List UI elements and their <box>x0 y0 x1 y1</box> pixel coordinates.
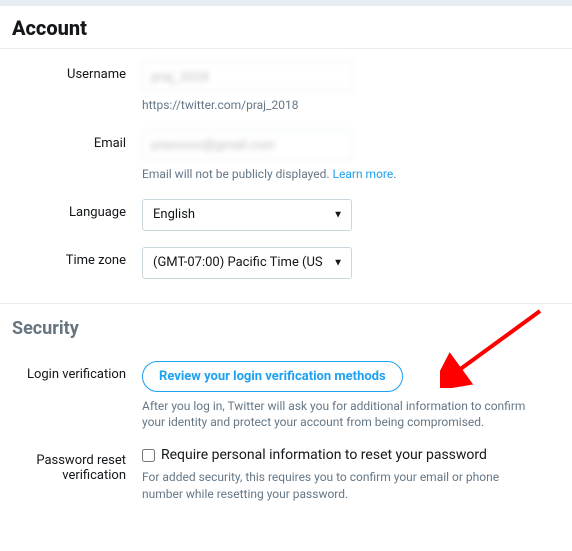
timezone-field-col: (GMT-07:00) Pacific Time (US ▼ <box>142 247 560 289</box>
security-section-title: Security <box>0 304 572 347</box>
password-reset-field-col: Require personal information to reset yo… <box>142 447 560 513</box>
email-help: Email will not be publicly displayed. Le… <box>142 166 542 183</box>
language-label: Language <box>12 199 142 220</box>
language-row: Language English ▼ <box>12 199 560 241</box>
password-reset-checkbox-label: Require personal information to reset yo… <box>161 447 487 463</box>
username-url-help: https://twitter.com/praj_2018 <box>142 97 542 114</box>
timezone-row: Time zone (GMT-07:00) Pacific Time (US ▼ <box>12 247 560 289</box>
timezone-select-value: (GMT-07:00) Pacific Time (US <box>153 255 323 270</box>
email-input[interactable] <box>142 130 352 160</box>
email-field-col: Email will not be publicly displayed. Le… <box>142 130 560 193</box>
password-reset-checkbox-row[interactable]: Require personal information to reset yo… <box>142 447 560 463</box>
security-form: Login verification Review your login ver… <box>0 349 572 513</box>
login-verification-field-col: Review your login verification methods A… <box>142 361 560 442</box>
email-label: Email <box>12 130 142 151</box>
login-verification-help: After you log in, Twitter will ask you f… <box>142 398 542 432</box>
password-reset-row: Password reset verification Require pers… <box>12 447 560 513</box>
language-field-col: English ▼ <box>142 199 560 241</box>
username-row: Username https://twitter.com/praj_2018 <box>12 61 560 124</box>
username-label: Username <box>12 61 142 82</box>
language-select[interactable]: English ▼ <box>142 199 352 231</box>
password-reset-help: For added security, this requires you to… <box>142 469 542 503</box>
account-section-title: Account <box>0 6 572 48</box>
timezone-select[interactable]: (GMT-07:00) Pacific Time (US ▼ <box>142 247 352 279</box>
email-row: Email Email will not be publicly display… <box>12 130 560 193</box>
account-form: Username https://twitter.com/praj_2018 E… <box>0 49 572 289</box>
learn-more-link[interactable]: Learn more <box>333 167 394 181</box>
login-verification-row: Login verification Review your login ver… <box>12 361 560 442</box>
username-input[interactable] <box>142 61 352 91</box>
password-reset-label: Password reset verification <box>12 447 142 483</box>
language-select-value: English <box>153 207 195 222</box>
email-help-text: Email will not be publicly displayed. <box>142 167 330 181</box>
timezone-label: Time zone <box>12 247 142 268</box>
review-login-verification-button[interactable]: Review your login verification methods <box>142 361 403 392</box>
chevron-down-icon: ▼ <box>333 257 343 268</box>
password-reset-checkbox[interactable] <box>142 449 155 462</box>
login-verification-label: Login verification <box>12 361 142 382</box>
chevron-down-icon: ▼ <box>333 209 343 220</box>
username-field-col: https://twitter.com/praj_2018 <box>142 61 560 124</box>
